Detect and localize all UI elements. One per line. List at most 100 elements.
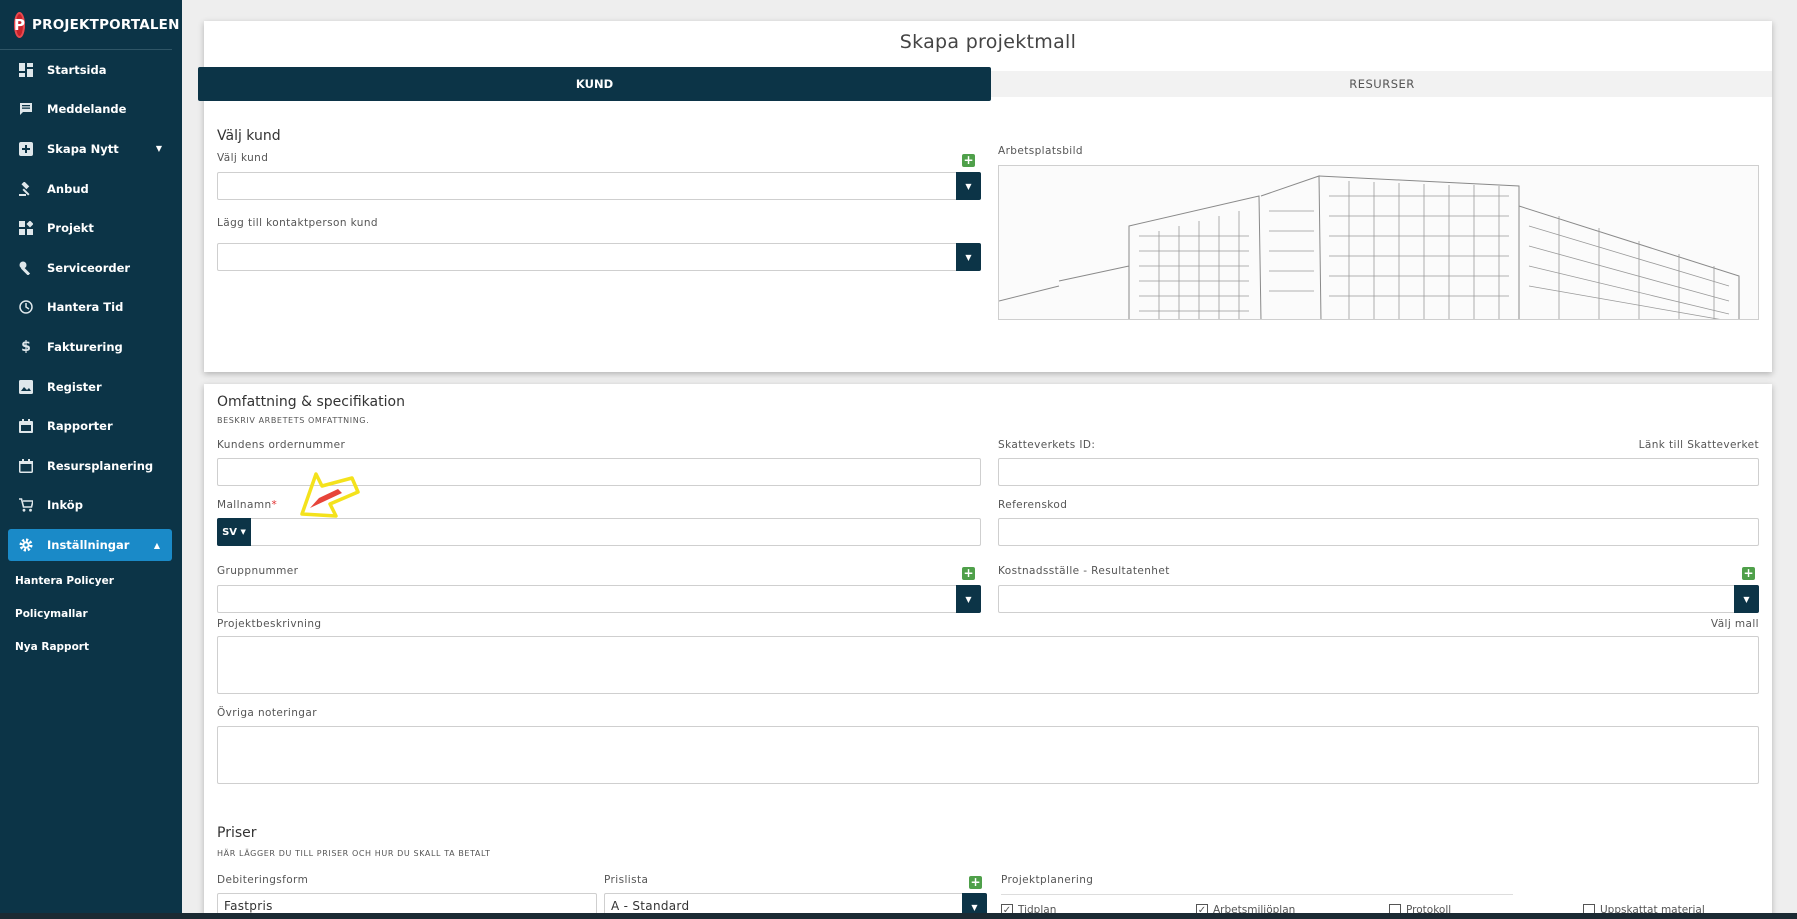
chevron-down-icon: ▼ [240,528,246,536]
sidebar-item-rapporter[interactable]: Rapporter [0,406,182,446]
sidebar-item-inkop[interactable]: Inköp [0,486,182,526]
calendar-blank-icon [18,458,34,474]
gavel-icon [18,181,34,197]
language-select[interactable]: SV ▼ [217,518,251,546]
brand[interactable]: P PROJEKTPORTALEN [0,0,179,50]
sidebar-item-label: Anbud [47,181,89,196]
section-title-priser: Priser [217,825,257,841]
sidebar-item-projekt[interactable]: Projekt [0,208,182,248]
section-title-omfattning: Omfattning & specifikation [217,394,405,410]
skatteverket-link[interactable]: Länk till Skatteverket [1594,439,1759,451]
sidebar-item-fakturering[interactable]: $ Fakturering [0,327,182,367]
sidebar-item-label: Register [47,379,102,394]
page-title: Skapa projektmall [899,31,1077,53]
valj-kund-label: Välj kund [217,152,269,164]
skatteverket-input[interactable] [998,458,1759,486]
mallnamn-label: Mallnamn* [217,499,277,511]
sidebar-item-startsida[interactable]: Startsida [0,50,182,90]
dollar-icon: $ [21,338,31,355]
sidebar-item-label: Rapporter [47,419,113,434]
chevron-down-icon[interactable]: ▼ [956,172,981,200]
taskbar [0,913,1797,919]
projektplanering-label: Projektplanering [1001,874,1094,886]
sidebar-item-serviceorder[interactable]: Serviceorder [0,248,182,288]
gruppnummer-select[interactable]: ▼ [217,585,981,613]
section-title-valj-kund: Välj kund [217,128,281,144]
add-cost-center-icon[interactable]: + [1742,567,1755,580]
sidebar-item-label: Hantera Tid [47,300,124,315]
sidebar-item-skapa-nytt[interactable]: Skapa Nytt ▼ [0,129,182,169]
add-group-icon[interactable]: + [962,567,975,580]
sidebar-item-anbud[interactable]: Anbud [0,169,182,209]
sidebar-nav: Startsida Meddelande Skapa Nytt ▼ Anbud … [0,50,182,562]
sidebar-item-label: Fakturering [47,339,123,354]
prislista-value: A - Standard [611,899,690,913]
ordernummer-label: Kundens ordernummer [217,439,346,451]
sidebar-item-label: Skapa Nytt [47,141,119,156]
chevron-down-icon[interactable]: ▼ [956,243,981,271]
add-box-icon [18,141,34,157]
sidebar: P PROJEKTPORTALEN Startsida Meddelande S… [0,0,182,919]
skatteverket-label: Skatteverkets ID: [998,439,1096,451]
valj-mall-link[interactable]: Välj mall [1594,618,1759,630]
tab-resurser[interactable]: RESURSER [992,71,1772,97]
kontaktperson-label: Lägg till kontaktperson kund [217,217,378,229]
projektbeskrivning-textarea[interactable] [217,636,1759,694]
sidebar-subitem-nya-rapport[interactable]: Nya Rapport [0,631,182,664]
calendar-icon [18,418,34,434]
noteringar-label: Övriga noteringar [217,707,317,719]
sidebar-item-label: Inköp [47,498,83,513]
wrench-icon [18,260,34,276]
sidebar-subitem-hantera-policyer[interactable]: Hantera Policyer [0,565,182,598]
sidebar-item-label: Projekt [47,221,94,236]
kontaktperson-select[interactable]: ▼ [217,243,981,271]
sidebar-item-label: Inställningar [47,538,130,553]
sidebar-item-hantera-tid[interactable]: Hantera Tid [0,288,182,328]
prislista-label: Prislista [604,874,649,886]
add-customer-icon[interactable]: + [962,154,975,167]
dashboard-icon [18,62,34,78]
sidebar-item-label: Startsida [47,62,107,77]
sidebar-item-resursplanering[interactable]: Resursplanering [0,446,182,486]
section-subtitle-priser: HÄR LÄGGER DU TILL PRISER OCH HUR DU SKA… [217,849,491,858]
valj-kund-select[interactable]: ▼ [217,172,981,200]
widgets-icon [18,220,34,236]
sidebar-item-meddelande[interactable]: Meddelande [0,90,182,130]
referenskod-label: Referenskod [998,499,1068,511]
kostnadsstalle-label: Kostnadsställe - Resultatenhet [998,565,1170,577]
kostnadsstalle-select[interactable]: ▼ [998,585,1759,613]
sidebar-subitem-policymallar[interactable]: Policymallar [0,598,182,631]
projektbeskrivning-label: Projektbeskrivning [217,618,322,630]
gear-icon [18,537,34,553]
debiteringsform-label: Debiteringsform [217,874,309,886]
noteringar-textarea[interactable] [217,726,1759,784]
message-icon [18,101,34,117]
referenskod-input[interactable] [998,518,1759,546]
building-sketch-image [999,166,1758,319]
sidebar-item-label: Meddelande [47,102,127,117]
sidebar-item-register[interactable]: Register [0,367,182,407]
sidebar-item-label: Resursplanering [47,458,154,473]
worksite-image[interactable] [998,165,1759,320]
add-pricelist-icon[interactable]: + [969,876,982,889]
arrow-annotation-icon [300,472,360,518]
required-marker: * [271,499,278,511]
brand-logo: P [14,11,25,38]
chevron-down-icon[interactable]: ▼ [1734,585,1759,613]
arbetsplatsbild-label: Arbetsplatsbild [998,145,1083,157]
chevron-up-icon: ▲ [153,540,160,550]
debiteringsform-value: Fastpris [224,899,273,913]
sidebar-item-installningar[interactable]: Inställningar ▲ [8,529,172,562]
section-subtitle-omfattning: BESKRIV ARBETETS OMFATTNING. [217,416,370,425]
language-select-label: SV [222,526,238,538]
customer-card: Skapa projektmall KUND RESURSER Välj kun… [198,21,1772,372]
gruppnummer-label: Gruppnummer [217,565,299,577]
image-icon [18,379,34,395]
tab-kund[interactable]: KUND [198,67,991,101]
sidebar-item-label: Serviceorder [47,260,131,275]
clock-icon [18,299,34,315]
chevron-down-icon[interactable]: ▼ [956,585,981,613]
mallnamn-label-text: Mallnamn [217,499,272,511]
chevron-down-icon: ▼ [155,144,162,154]
cart-icon [18,497,34,513]
